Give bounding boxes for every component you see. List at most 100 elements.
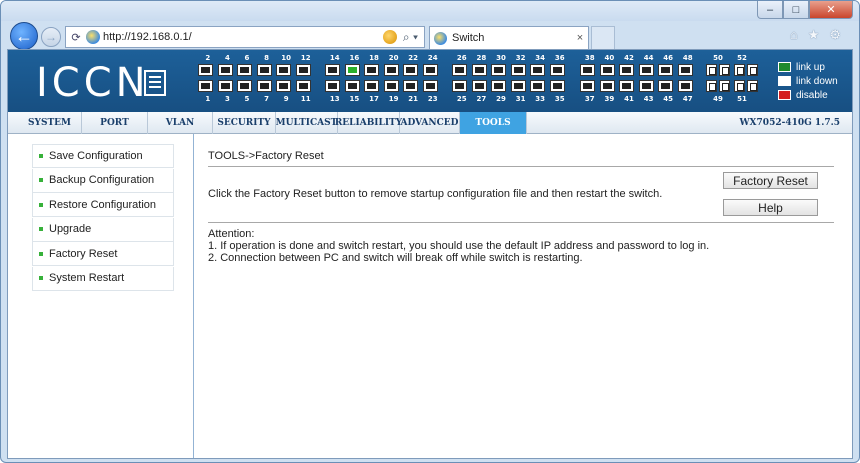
port-row-top <box>580 64 698 76</box>
port-17[interactable] <box>364 80 380 92</box>
port-24[interactable] <box>422 64 438 76</box>
maximize-button[interactable]: □ <box>783 1 809 19</box>
port-46[interactable] <box>658 64 674 76</box>
tab-close-icon[interactable]: × <box>572 32 588 44</box>
port-22[interactable] <box>403 64 419 76</box>
port-number: 33 <box>535 95 546 103</box>
favorites-star-icon[interactable]: ★ <box>808 27 820 43</box>
port-11[interactable] <box>295 80 311 92</box>
help-button[interactable]: Help <box>723 199 818 216</box>
sfp-port-52[interactable] <box>734 64 760 76</box>
refresh-icon[interactable]: ⟳ <box>69 31 83 44</box>
port-3[interactable] <box>217 80 233 92</box>
sidebar-item-save-configuration[interactable]: Save Configuration <box>32 144 174 168</box>
port-32[interactable] <box>510 64 526 76</box>
menu-security[interactable]: SECURITY <box>213 112 276 134</box>
port-27[interactable] <box>471 80 487 92</box>
port-13[interactable] <box>325 80 340 92</box>
menu-vlan[interactable]: VLAN <box>148 112 213 134</box>
sidebar-item-system-restart[interactable]: System Restart <box>32 266 174 291</box>
port-10[interactable] <box>276 64 292 76</box>
port-38[interactable] <box>580 64 595 76</box>
port-18[interactable] <box>364 64 380 76</box>
port-35[interactable] <box>549 80 565 92</box>
port-number: 46 <box>663 54 674 62</box>
port-47[interactable] <box>677 80 693 92</box>
port-number: 17 <box>369 95 379 103</box>
port-30[interactable] <box>491 64 507 76</box>
port-19[interactable] <box>383 80 399 92</box>
port-14[interactable] <box>325 64 340 76</box>
port-number: 1 <box>205 95 211 103</box>
menu-system[interactable]: SYSTEM <box>18 112 82 134</box>
port-26[interactable] <box>452 64 467 76</box>
port-20[interactable] <box>383 64 399 76</box>
port-48[interactable] <box>677 64 693 76</box>
port-33[interactable] <box>530 80 546 92</box>
compatibility-view-icon[interactable] <box>382 30 397 44</box>
port-7[interactable] <box>256 80 272 92</box>
port-23[interactable] <box>422 80 438 92</box>
port-16[interactable] <box>344 64 360 76</box>
search-icon[interactable]: ⌕ ▾ <box>403 30 418 45</box>
port-8[interactable] <box>256 64 272 76</box>
close-window-button[interactable]: ✕ <box>809 1 853 19</box>
page-content: ICCN 2 4 6 8 10 12 1 3 5 7 9 11 14 16 18 20 22 24 13 15 17 19… <box>7 49 853 459</box>
tab-switch[interactable]: Switch × <box>429 26 589 49</box>
sidebar-item-upgrade[interactable]: Upgrade <box>32 217 174 242</box>
port-28[interactable] <box>471 64 487 76</box>
port-5[interactable] <box>237 80 253 92</box>
port-6[interactable] <box>237 64 253 76</box>
port-34[interactable] <box>530 64 546 76</box>
minimize-button[interactable]: – <box>757 1 783 19</box>
port-36[interactable] <box>549 64 565 76</box>
sidebar-item-factory-reset[interactable]: Factory Reset <box>32 242 174 266</box>
port-1[interactable] <box>198 80 213 92</box>
menu-reliability[interactable]: RELIABILITY <box>335 112 402 134</box>
sidebar-item-backup-configuration[interactable]: Backup Configuration <box>32 168 174 193</box>
new-tab-button[interactable] <box>591 26 615 49</box>
sfp-port-51[interactable] <box>734 80 760 92</box>
port-44[interactable] <box>638 64 654 76</box>
home-icon[interactable]: ⌂ <box>790 27 798 43</box>
factory-reset-button[interactable]: Factory Reset <box>723 172 818 189</box>
legend-label: link up <box>796 61 825 73</box>
port-12[interactable] <box>295 64 311 76</box>
breadcrumb: TOOLS->Factory Reset <box>208 150 324 162</box>
sfp-numbers-bottom: 49 51 <box>706 95 754 103</box>
sfp-slot <box>747 80 758 92</box>
port-45[interactable] <box>658 80 674 92</box>
settings-gear-icon[interactable]: ⚙ <box>829 27 841 43</box>
port-41[interactable] <box>619 80 635 92</box>
port-number: 22 <box>408 54 419 62</box>
port-4[interactable] <box>217 64 233 76</box>
port-numbers-bottom: 25 27 29 31 33 35 <box>452 95 570 103</box>
sidebar-item-restore-configuration[interactable]: Restore Configuration <box>32 193 174 217</box>
port-15[interactable] <box>344 80 360 92</box>
port-2[interactable] <box>198 64 213 76</box>
menu-advanced[interactable]: ADVANCED <box>400 112 460 134</box>
menu-multicast[interactable]: MULTICAST <box>276 112 338 134</box>
ie-page-icon <box>86 30 100 44</box>
port-40[interactable] <box>599 64 615 76</box>
port-37[interactable] <box>580 80 595 92</box>
menu-tools[interactable]: TOOLS <box>460 112 527 134</box>
port-43[interactable] <box>638 80 654 92</box>
port-number: 6 <box>244 54 250 62</box>
menu-port[interactable]: PORT <box>82 112 148 134</box>
port-number: 23 <box>427 95 438 103</box>
port-39[interactable] <box>599 80 615 92</box>
port-25[interactable] <box>452 80 467 92</box>
back-button[interactable]: ← <box>10 22 38 50</box>
address-input[interactable]: http://192.168.0.1/ <box>103 31 383 43</box>
port-21[interactable] <box>403 80 419 92</box>
port-29[interactable] <box>491 80 507 92</box>
port-31[interactable] <box>510 80 526 92</box>
sfp-port-50[interactable] <box>706 64 732 76</box>
forward-button[interactable]: → <box>41 27 61 47</box>
sfp-port-49[interactable] <box>706 80 732 92</box>
port-42[interactable] <box>619 64 635 76</box>
address-bar[interactable]: ⟳ http://192.168.0.1/ ⌕ ▾ <box>65 26 425 48</box>
port-9[interactable] <box>276 80 292 92</box>
port-number: 41 <box>624 95 634 103</box>
